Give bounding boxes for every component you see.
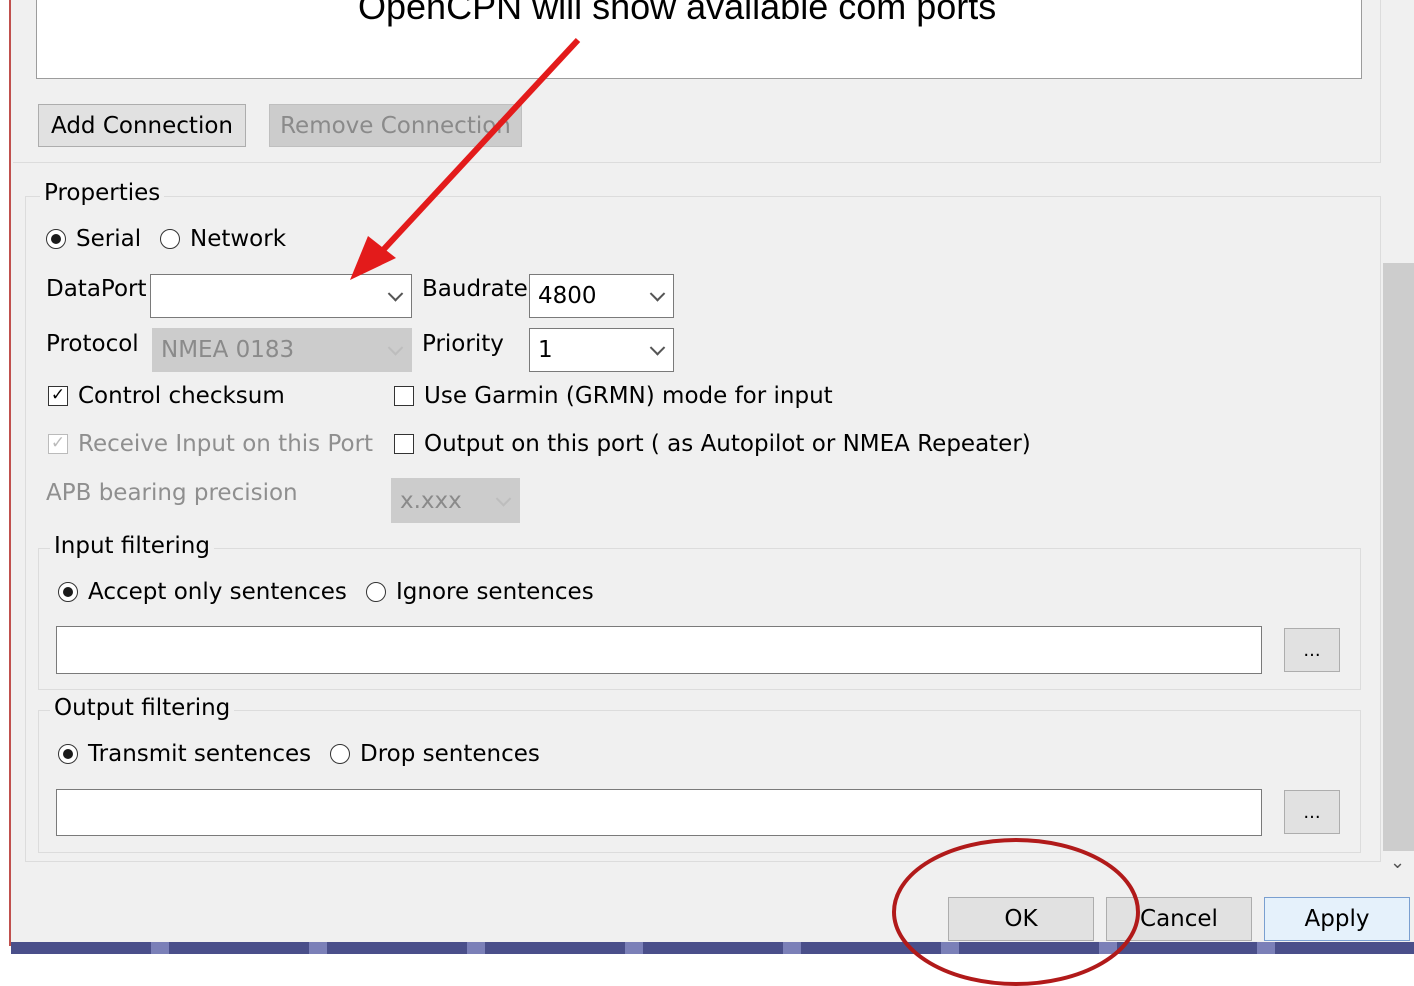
annotation-circle bbox=[892, 838, 1140, 986]
annotation-arrow-line bbox=[369, 37, 581, 265]
annotation-overlay bbox=[350, 37, 1140, 986]
